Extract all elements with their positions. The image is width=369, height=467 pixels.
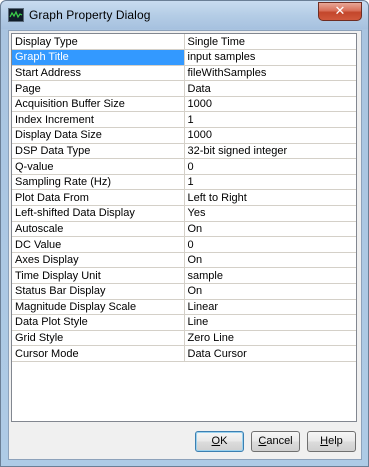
- property-value[interactable]: sample: [184, 267, 356, 284]
- property-row[interactable]: Display Type Single Time: [12, 34, 356, 51]
- property-name[interactable]: Grid Style: [12, 330, 185, 347]
- property-name[interactable]: Axes Display: [12, 252, 185, 269]
- graph-property-dialog: Graph Property Dialog ✕ Display Type Sing…: [0, 0, 369, 467]
- ok-button[interactable]: OK: [195, 431, 244, 452]
- property-name[interactable]: Cursor Mode: [12, 345, 185, 362]
- dialog-client-area: Display Type Single Time Graph Title input …: [8, 30, 362, 460]
- button-bar: OK Cancel Help: [9, 429, 361, 455]
- window-title: Graph Property Dialog: [29, 8, 151, 22]
- property-name[interactable]: Page: [12, 80, 185, 97]
- property-name[interactable]: Status Bar Display: [12, 283, 185, 300]
- property-grid: Display Type Single Time Graph Title input …: [11, 33, 357, 422]
- property-value[interactable]: 1: [184, 111, 356, 129]
- property-name[interactable]: Magnitude Display Scale: [12, 299, 185, 316]
- property-row[interactable]: Status Bar Display On: [12, 283, 356, 300]
- property-row[interactable]: Sampling Rate (Hz) 1: [12, 174, 356, 191]
- close-icon: ✕: [334, 4, 346, 19]
- property-value[interactable]: On: [184, 221, 356, 238]
- property-row[interactable]: Plot Data From Left to Right: [12, 189, 356, 207]
- property-row[interactable]: Acquisition Buffer Size 1000: [12, 96, 356, 113]
- cancel-button[interactable]: Cancel: [251, 431, 300, 452]
- property-value[interactable]: Linear: [184, 299, 356, 316]
- property-row[interactable]: Graph Title input samples: [12, 49, 356, 66]
- property-row[interactable]: Autoscale On: [12, 221, 356, 238]
- title-bar[interactable]: Graph Property Dialog ✕: [1, 1, 368, 29]
- property-name[interactable]: Display Data Size: [12, 127, 185, 144]
- property-name[interactable]: DSP Data Type: [12, 143, 185, 160]
- ok-label-rest: K: [220, 435, 228, 447]
- property-row[interactable]: Magnitude Display Scale Linear: [12, 299, 356, 316]
- property-row[interactable]: Page Data: [12, 80, 356, 97]
- property-row[interactable]: Display Data Size 1000: [12, 127, 356, 144]
- property-name[interactable]: DC Value: [12, 236, 185, 253]
- property-value[interactable]: Single Time: [184, 34, 356, 51]
- property-name[interactable]: Left-shifted Data Display: [12, 205, 185, 222]
- property-value[interactable]: 32-bit signed integer: [184, 143, 356, 160]
- property-row[interactable]: Start Address fileWithSamples: [12, 65, 356, 82]
- property-name[interactable]: Graph Title: [12, 49, 185, 66]
- property-name[interactable]: Start Address: [12, 65, 185, 82]
- property-name[interactable]: Q-value: [12, 158, 185, 175]
- property-table: Display Type Single Time Graph Title input …: [12, 34, 356, 362]
- property-name[interactable]: Acquisition Buffer Size: [12, 96, 185, 113]
- property-value[interactable]: Left to Right: [184, 189, 356, 207]
- help-mnemonic: H: [320, 435, 329, 447]
- property-value[interactable]: fileWithSamples: [184, 65, 356, 82]
- property-name[interactable]: Plot Data From: [12, 189, 185, 207]
- property-name[interactable]: Data Plot Style: [12, 314, 185, 331]
- property-value[interactable]: 1: [184, 174, 356, 191]
- help-button[interactable]: Help: [307, 431, 356, 452]
- property-name[interactable]: Time Display Unit: [12, 267, 185, 284]
- ok-mnemonic: O: [211, 435, 221, 447]
- property-value[interactable]: On: [184, 252, 356, 269]
- property-row[interactable]: DC Value 0: [12, 236, 356, 253]
- property-value[interactable]: Yes: [184, 205, 356, 222]
- property-row[interactable]: Grid Style Zero Line: [12, 330, 356, 347]
- property-row[interactable]: Cursor Mode Data Cursor: [12, 345, 356, 362]
- property-row[interactable]: DSP Data Type 32-bit signed integer: [12, 143, 356, 160]
- property-row[interactable]: Time Display Unit sample: [12, 267, 356, 284]
- property-value[interactable]: Zero Line: [184, 330, 356, 347]
- property-row[interactable]: Q-value 0: [12, 158, 356, 175]
- graph-icon: [8, 8, 24, 22]
- property-row[interactable]: Index Increment 1: [12, 111, 356, 129]
- close-button[interactable]: ✕: [318, 2, 362, 21]
- property-name[interactable]: Autoscale: [12, 221, 185, 238]
- property-value[interactable]: 0: [184, 158, 356, 175]
- cancel-label-rest: ancel: [266, 435, 293, 447]
- property-name[interactable]: Index Increment: [12, 111, 185, 129]
- property-value[interactable]: input samples: [184, 49, 356, 66]
- property-value[interactable]: 1000: [184, 96, 356, 113]
- property-value[interactable]: 0: [184, 236, 356, 253]
- property-value[interactable]: Data: [184, 80, 356, 97]
- property-value[interactable]: On: [184, 283, 356, 300]
- property-value[interactable]: 1000: [184, 127, 356, 144]
- property-value[interactable]: Line: [184, 314, 356, 331]
- property-row[interactable]: Data Plot Style Line: [12, 314, 356, 331]
- property-name[interactable]: Sampling Rate (Hz): [12, 174, 185, 191]
- property-value[interactable]: Data Cursor: [184, 345, 356, 362]
- property-row[interactable]: Left-shifted Data Display Yes: [12, 205, 356, 222]
- property-name[interactable]: Display Type: [12, 34, 185, 51]
- help-label-rest: elp: [328, 435, 343, 447]
- property-row[interactable]: Axes Display On: [12, 252, 356, 269]
